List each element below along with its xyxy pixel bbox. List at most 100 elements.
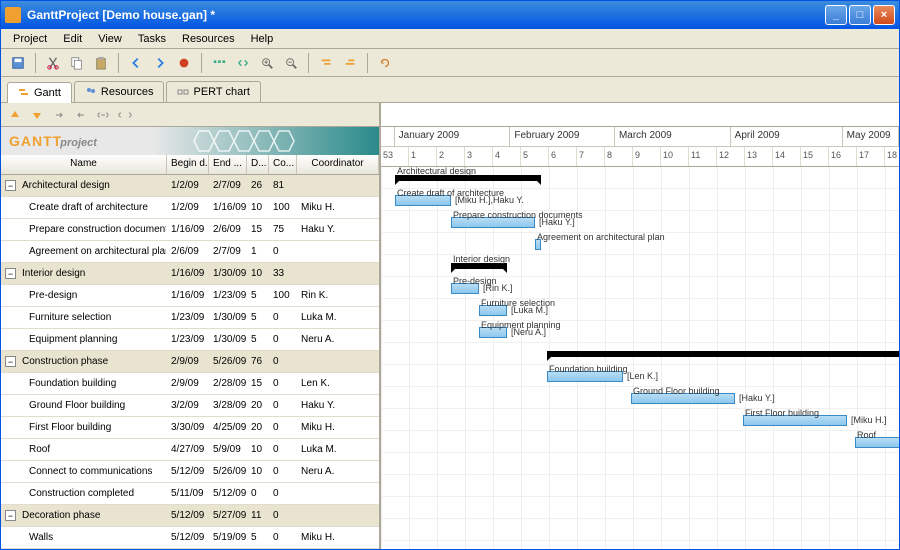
task-comp: 100 — [269, 290, 297, 301]
task-begin: 5/12/09 — [167, 510, 209, 521]
menu-resources[interactable]: Resources — [174, 31, 243, 47]
task-row[interactable]: Equipment planning1/23/091/30/0950Neru A… — [1, 329, 379, 351]
week-label: 18 — [885, 147, 899, 166]
task-end: 1/30/09 — [209, 334, 247, 345]
task-rows[interactable]: −Architectural design1/2/092/7/092681Cre… — [1, 175, 379, 549]
task-row[interactable]: −Interior design1/16/091/30/091033 — [1, 263, 379, 285]
task-row[interactable]: Pre-design1/16/091/23/095100Rin K. — [1, 285, 379, 307]
task-comp: 0 — [269, 488, 297, 499]
task-row[interactable]: Furniture selection1/23/091/30/0950Luka … — [1, 307, 379, 329]
col-end[interactable]: End ... — [209, 155, 247, 174]
tab-pert[interactable]: PERT chart — [166, 81, 260, 102]
gantt-body[interactable]: Architectural designCreate draft of arch… — [381, 167, 899, 549]
task-row[interactable]: Ground Floor building3/2/093/28/09200Hak… — [1, 395, 379, 417]
nav-back-icon[interactable] — [125, 52, 147, 74]
move-down-icon[interactable] — [27, 105, 47, 125]
task-row[interactable]: Prepare construction documents1/16/092/6… — [1, 219, 379, 241]
pert-icon — [177, 86, 189, 98]
task-dur: 15 — [247, 378, 269, 389]
expander-icon[interactable]: − — [5, 180, 16, 191]
week-label: 8 — [605, 147, 633, 166]
task-row[interactable]: Create draft of architecture1/2/091/16/0… — [1, 197, 379, 219]
task-row[interactable]: −Decoration phase5/12/095/27/09110 — [1, 505, 379, 527]
task-begin: 5/12/09 — [167, 532, 209, 543]
month-label: March 2009 — [615, 127, 731, 146]
task-row[interactable]: Walls5/12/095/19/0950Miku H. — [1, 527, 379, 549]
week-label: 15 — [801, 147, 829, 166]
close-button[interactable]: × — [873, 5, 895, 25]
save-icon[interactable] — [7, 52, 29, 74]
indent-task-icon[interactable] — [49, 105, 69, 125]
unlink-task-icon[interactable] — [115, 105, 135, 125]
gantt-summary-bar[interactable] — [547, 351, 899, 357]
indent-icon[interactable] — [315, 52, 337, 74]
col-name[interactable]: Name — [1, 155, 167, 174]
cut-icon[interactable] — [42, 52, 64, 74]
task-row[interactable]: Connect to communications5/12/095/26/091… — [1, 461, 379, 483]
task-row[interactable]: Foundation building2/9/092/28/09150Len K… — [1, 373, 379, 395]
task-comp: 0 — [269, 400, 297, 411]
move-up-icon[interactable] — [5, 105, 25, 125]
nav-forward-icon[interactable] — [149, 52, 171, 74]
task-name: Foundation building — [29, 378, 116, 389]
task-end: 5/9/09 — [209, 444, 247, 455]
week-label: 14 — [773, 147, 801, 166]
expander-icon[interactable]: − — [5, 356, 16, 367]
paste-icon[interactable] — [90, 52, 112, 74]
task-comp: 0 — [269, 444, 297, 455]
task-row[interactable]: Agreement on architectural plan2/6/092/7… — [1, 241, 379, 263]
month-label: February 2009 — [510, 127, 615, 146]
col-coordinator[interactable]: Coordinator — [297, 155, 379, 174]
task-end: 5/26/09 — [209, 356, 247, 367]
bar-label: Foundation building — [549, 364, 628, 374]
task-row[interactable]: Construction completed5/11/095/12/0900 — [1, 483, 379, 505]
tab-gantt-label: Gantt — [34, 87, 61, 99]
task-name: Decoration phase — [22, 510, 100, 521]
zoom-in-icon[interactable] — [256, 52, 278, 74]
minimize-button[interactable]: _ — [825, 5, 847, 25]
bar-assignee: [Miku H.] — [851, 415, 887, 425]
tab-gantt[interactable]: Gantt — [7, 82, 72, 103]
maximize-button[interactable]: □ — [849, 5, 871, 25]
task-comp: 33 — [269, 268, 297, 279]
task-comp: 0 — [269, 532, 297, 543]
expander-icon[interactable]: − — [5, 268, 16, 279]
gantt-pane: January 2009February 2009March 2009April… — [381, 103, 899, 549]
fit-icon[interactable] — [208, 52, 230, 74]
menu-project[interactable]: Project — [5, 31, 55, 47]
task-end: 2/7/09 — [209, 180, 247, 191]
refresh-icon[interactable] — [374, 52, 396, 74]
goto-today-icon[interactable] — [173, 52, 195, 74]
outdent-icon[interactable] — [339, 52, 361, 74]
task-name: Ground Floor building — [29, 400, 125, 411]
week-label: 17 — [857, 147, 885, 166]
col-complete[interactable]: Co... — [269, 155, 297, 174]
copy-icon[interactable] — [66, 52, 88, 74]
task-comp: 75 — [269, 224, 297, 235]
menu-edit[interactable]: Edit — [55, 31, 90, 47]
expander-icon[interactable]: − — [5, 510, 16, 521]
menu-tasks[interactable]: Tasks — [130, 31, 174, 47]
task-comp: 0 — [269, 466, 297, 477]
zoom-out-icon[interactable] — [280, 52, 302, 74]
task-name: Create draft of architecture — [29, 202, 148, 213]
menu-help[interactable]: Help — [243, 31, 282, 47]
tab-resources[interactable]: Resources — [74, 81, 165, 102]
task-coord: Haku Y. — [297, 224, 379, 235]
task-row[interactable]: −Architectural design1/2/092/7/092681 — [1, 175, 379, 197]
task-name: Connect to communications — [29, 466, 152, 477]
col-duration[interactable]: D... — [247, 155, 269, 174]
month-label: May 2009 — [843, 127, 899, 146]
task-row[interactable]: First Floor building3/30/094/25/09200Mik… — [1, 417, 379, 439]
col-begin[interactable]: Begin d... — [167, 155, 209, 174]
task-dur: 5 — [247, 290, 269, 301]
outdent-task-icon[interactable] — [71, 105, 91, 125]
zoom-fit-icon[interactable] — [232, 52, 254, 74]
link-task-icon[interactable] — [93, 105, 113, 125]
menu-view[interactable]: View — [90, 31, 130, 47]
week-label: 4 — [493, 147, 521, 166]
week-label: 1 — [409, 147, 437, 166]
task-row[interactable]: Roof4/27/095/9/09100Luka M. — [1, 439, 379, 461]
task-row[interactable]: −Construction phase2/9/095/26/09760 — [1, 351, 379, 373]
task-dur: 26 — [247, 180, 269, 191]
